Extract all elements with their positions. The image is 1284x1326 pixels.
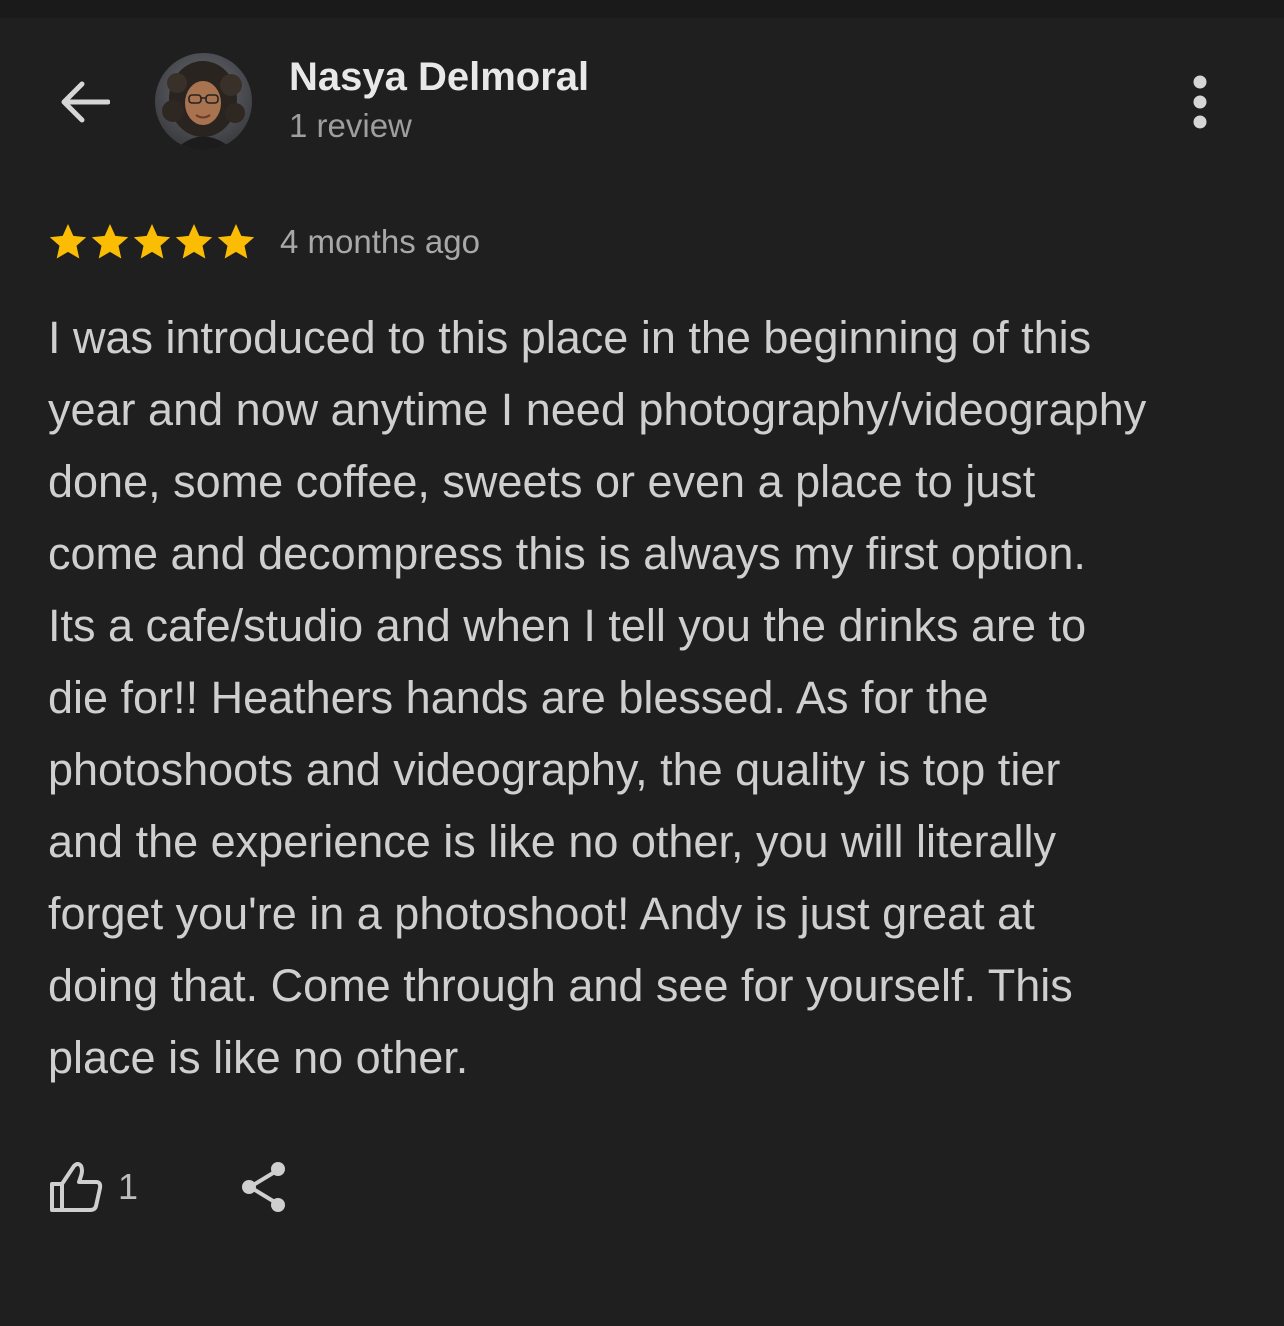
review-text-line: and the experience is like no other, you…	[48, 816, 1057, 867]
like-count: 1	[118, 1166, 139, 1207]
share-icon	[242, 1162, 286, 1212]
star-icon	[133, 224, 171, 259]
star-icon	[175, 224, 213, 259]
rating-row: 4 months ago	[48, 220, 480, 264]
review-text-line: I was introduced to this place in the be…	[48, 312, 1092, 363]
arrow-left-icon	[61, 81, 110, 123]
share-button[interactable]	[238, 1160, 290, 1214]
star-icon	[49, 224, 87, 259]
review-time: 4 months ago	[280, 223, 480, 260]
star-icon	[217, 224, 255, 259]
review-text-line: die for!! Heathers hands are blessed. As…	[48, 672, 989, 723]
review-text-line: forget you're in a photoshoot! Andy is j…	[48, 888, 1035, 939]
like-button[interactable]: 1	[48, 1160, 138, 1214]
review-header: Nasya Delmoral 1 review	[0, 0, 1284, 190]
thumb-up-icon	[50, 1162, 103, 1212]
more-vert-icon	[1193, 75, 1207, 129]
review-text-line: year and now anytime I need photography/…	[48, 384, 1147, 435]
reviewer-name[interactable]: Nasya Delmoral	[289, 55, 589, 100]
review-text-line: place is like no other.	[48, 1032, 469, 1083]
back-button[interactable]	[52, 70, 116, 134]
review-count: 1 review	[289, 107, 412, 144]
review-text-line: photoshoots and videography, the quality…	[48, 744, 1061, 795]
review-text-line: done, some coffee, sweets or even a plac…	[48, 456, 1036, 507]
star-rating	[48, 222, 256, 262]
review-text-line: Its a cafe/studio and when I tell you th…	[48, 600, 1087, 651]
avatar[interactable]	[155, 53, 252, 150]
review-text-line: come and decompress this is always my fi…	[48, 528, 1086, 579]
review-text-line: doing that. Come through and see for you…	[48, 960, 1073, 1011]
star-icon	[91, 224, 129, 259]
review-text: I was introduced to this place in the be…	[48, 302, 1248, 1094]
review-actions: 1	[48, 1152, 290, 1222]
more-options-button[interactable]	[1170, 70, 1230, 134]
